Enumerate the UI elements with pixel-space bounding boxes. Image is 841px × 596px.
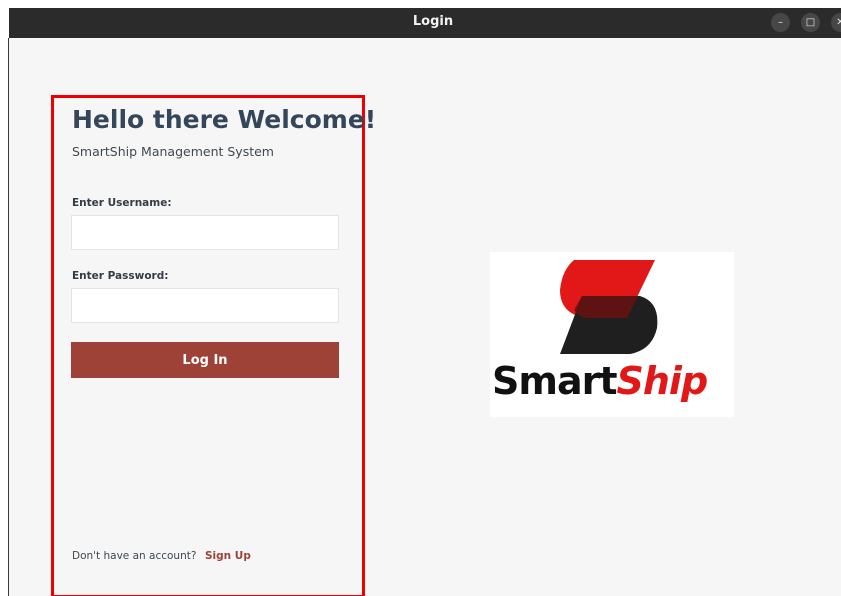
login-button[interactable]: Log In (71, 342, 339, 378)
logo-word-ship: Ship (616, 359, 709, 403)
window-title: Login (412, 14, 454, 29)
login-window: Login – □ ✕ Hello there Welcome! SmartSh… (9, 8, 841, 596)
logo-wordmark: SmartShip (492, 358, 734, 404)
welcome-heading: Hello there Welcome! (72, 105, 377, 134)
password-label: Enter Password: (72, 270, 169, 282)
desktop-left-strip (0, 0, 9, 596)
login-panel: Hello there Welcome! SmartShip Managemen… (51, 95, 376, 596)
system-subtitle: SmartShip Management System (72, 144, 274, 159)
smartship-logo: SmartShip (490, 252, 734, 417)
maximize-button[interactable]: □ (801, 13, 820, 32)
logo-word-smart: Smart (492, 359, 618, 403)
logo-overlap-shape (574, 296, 638, 318)
password-input[interactable] (71, 288, 339, 323)
no-account-text: Don't have an account? (72, 550, 197, 562)
username-input[interactable] (71, 215, 339, 250)
username-label: Enter Username: (72, 197, 172, 209)
signup-link[interactable]: Sign Up (205, 550, 251, 562)
minimize-button[interactable]: – (771, 13, 790, 32)
title-bar[interactable]: Login – □ ✕ (9, 8, 841, 38)
